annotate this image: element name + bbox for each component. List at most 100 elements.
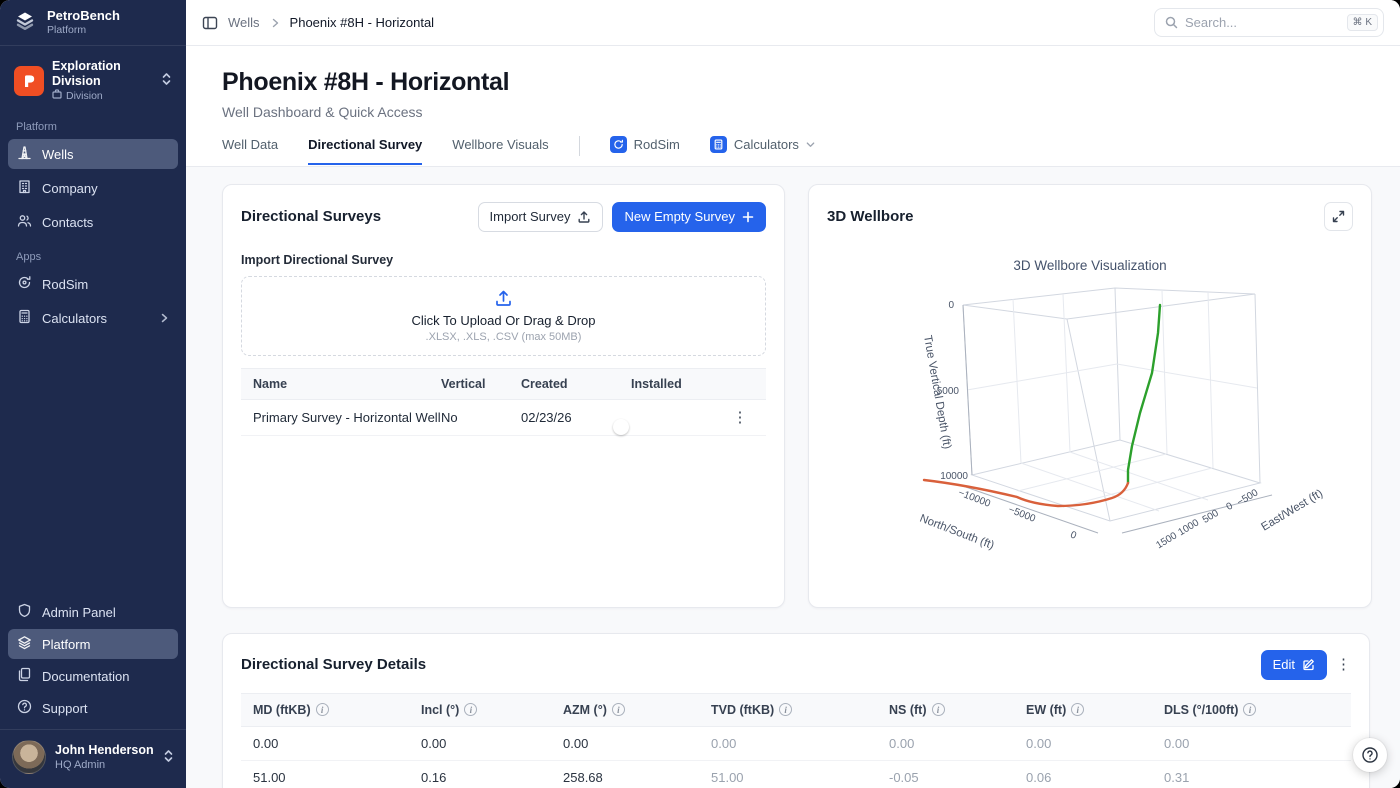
info-icon[interactable]: i	[316, 703, 329, 716]
info-icon[interactable]: i	[464, 703, 477, 716]
main-area: Wells Phoenix #8H - Horizontal ⌘ K Phoen…	[186, 0, 1400, 788]
sidebar-item-calculators[interactable]: Calculators	[8, 303, 178, 333]
org-switcher[interactable]: Exploration Division Division	[8, 54, 178, 107]
import-section-label: Import Directional Survey	[241, 253, 766, 267]
col-name: Name	[253, 377, 441, 391]
petrobench-logo-icon	[12, 8, 38, 37]
sidebar-item-label: Calculators	[42, 311, 107, 326]
tab-wellbore-visuals[interactable]: Wellbore Visuals	[452, 137, 548, 165]
breadcrumb-separator-icon	[270, 18, 280, 28]
import-survey-button[interactable]: Import Survey	[478, 202, 604, 232]
calculator-icon	[17, 309, 32, 327]
search-shortcut-badge: ⌘ K	[1347, 14, 1378, 31]
cell-azm: 258.68	[563, 770, 711, 785]
sidebar-item-contacts[interactable]: Contacts	[8, 207, 178, 237]
info-icon[interactable]: i	[612, 703, 625, 716]
content-area: Directional Surveys Import Survey New Em…	[186, 167, 1400, 788]
sidebar-item-label: RodSim	[42, 277, 88, 292]
ns-tick: 0	[1069, 530, 1079, 542]
info-icon[interactable]: i	[1243, 703, 1256, 716]
upload-cloud-icon	[494, 289, 513, 308]
tvd-tick: 10000	[940, 471, 968, 482]
rodsim-app-icon	[610, 136, 627, 153]
table-row: 0.00 0.00 0.00 0.00 0.00 0.00 0.00	[241, 727, 1351, 761]
info-icon[interactable]: i	[779, 703, 792, 716]
sidebar-item-label: Wells	[42, 147, 74, 162]
surveys-table: Name Vertical Created Installed Primary …	[241, 368, 766, 436]
sidebar-item-wells[interactable]: Wells	[8, 139, 178, 169]
wellbore-3d-card: 3D Wellbore 3D Wellbore Visualization	[808, 184, 1372, 608]
page-title: Phoenix #8H - Horizontal	[222, 68, 1364, 97]
cell-ns: 0.00	[889, 736, 1026, 751]
details-menu-kebab-icon[interactable]: ⋮	[1336, 657, 1351, 672]
survey-name: Primary Survey - Horizontal Well	[253, 410, 441, 425]
user-menu[interactable]: John Henderson HQ Admin	[0, 729, 186, 784]
org-type: Division	[66, 90, 103, 102]
sidebar-item-platform[interactable]: Platform	[8, 629, 178, 659]
sidebar-item-admin-panel[interactable]: Admin Panel	[8, 597, 178, 627]
sidebar: PetroBench Platform Exploration Division…	[0, 0, 186, 788]
search-box[interactable]: ⌘ K	[1154, 8, 1384, 37]
section-label-platform: Platform	[0, 109, 186, 137]
ew-tick: 0	[1224, 500, 1235, 513]
wellbore-3d-chart[interactable]: 0 5000 10000 True Vertical Depth (ft) −1…	[827, 278, 1353, 573]
org-selector-chevrons-icon	[161, 72, 172, 89]
sidebar-item-label: Documentation	[42, 669, 129, 684]
info-icon[interactable]: i	[1071, 703, 1084, 716]
search-input[interactable]	[1185, 15, 1340, 30]
chevron-down-icon	[806, 140, 815, 149]
col-dls: DLS (°/100ft)	[1164, 703, 1238, 717]
sidebar-item-support[interactable]: Support	[8, 693, 178, 723]
tvd-tick: 0	[948, 300, 954, 311]
new-empty-survey-button[interactable]: New Empty Survey	[612, 202, 766, 232]
cell-dls: 0.00	[1164, 736, 1339, 751]
survey-vertical: No	[441, 410, 521, 425]
chevron-right-icon	[159, 311, 169, 326]
col-incl: Incl (°)	[421, 703, 459, 717]
cell-md: 0.00	[253, 736, 421, 751]
sidebar-toggle-icon[interactable]	[202, 15, 218, 31]
cell-ns: -0.05	[889, 770, 1026, 785]
sidebar-item-label: Contacts	[42, 215, 93, 230]
details-card-title: Directional Survey Details	[241, 656, 426, 673]
cell-tvd: 0.00	[711, 736, 889, 751]
user-role: HQ Admin	[55, 759, 154, 771]
help-button[interactable]	[1353, 738, 1387, 772]
expand-icon	[1332, 210, 1345, 223]
tab-rodsim[interactable]: RodSim	[610, 136, 680, 166]
tab-calculators[interactable]: Calculators	[710, 136, 815, 166]
sidebar-item-company[interactable]: Company	[8, 173, 178, 203]
cell-incl: 0.16	[421, 770, 563, 785]
app-window: PetroBench Platform Exploration Division…	[0, 0, 1400, 788]
upload-dropzone[interactable]: Click To Upload Or Drag & Drop .XLSX, .X…	[241, 276, 766, 356]
plus-icon	[742, 211, 754, 223]
dropzone-title: Click To Upload Or Drag & Drop	[412, 313, 596, 328]
documents-icon	[17, 667, 32, 685]
page-subtitle: Well Dashboard & Quick Access	[222, 104, 1364, 120]
col-vertical: Vertical	[441, 377, 521, 391]
dropzone-hint: .XLSX, .XLS, .CSV (max 50MB)	[426, 331, 582, 343]
edit-button[interactable]: Edit	[1261, 650, 1327, 680]
avatar	[12, 740, 46, 774]
survey-table-row[interactable]: Primary Survey - Horizontal Well No 02/2…	[241, 400, 766, 436]
upload-icon	[577, 210, 591, 224]
sidebar-item-rodsim[interactable]: RodSim	[8, 269, 178, 299]
col-created: Created	[521, 377, 631, 391]
help-circle-icon	[17, 699, 32, 717]
org-logo-icon	[14, 66, 44, 96]
wellbore-card-title: 3D Wellbore	[827, 208, 913, 225]
tab-bar: Well Data Directional Survey Wellbore Vi…	[222, 136, 1364, 166]
breadcrumb-wells[interactable]: Wells	[228, 15, 260, 30]
tab-well-data[interactable]: Well Data	[222, 137, 278, 165]
tab-directional-survey[interactable]: Directional Survey	[308, 137, 422, 165]
ns-axis-label: North/South (ft)	[918, 513, 996, 552]
sidebar-item-documentation[interactable]: Documentation	[8, 661, 178, 691]
col-azm: AZM (°)	[563, 703, 607, 717]
shield-icon	[17, 603, 32, 621]
page-header: Phoenix #8H - Horizontal Well Dashboard …	[186, 46, 1400, 167]
row-menu-kebab-icon[interactable]: ⋮	[726, 410, 754, 425]
col-md: MD (ftKB)	[253, 703, 311, 717]
info-icon[interactable]: i	[932, 703, 945, 716]
users-icon	[17, 213, 32, 231]
expand-button[interactable]	[1324, 202, 1353, 231]
